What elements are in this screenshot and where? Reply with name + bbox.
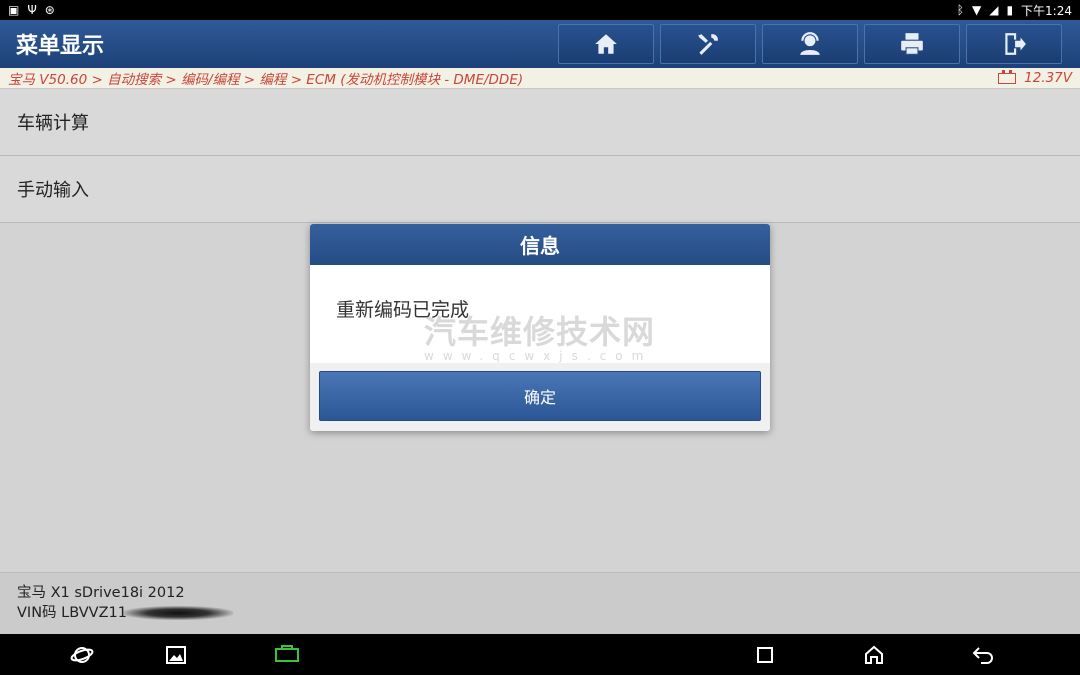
- vci-icon: [275, 645, 299, 662]
- back-button[interactable]: [970, 642, 996, 668]
- support-button[interactable]: [762, 24, 858, 64]
- status-right: ᛒ ▼ ◢ ▮ 下午1:24: [957, 0, 1072, 20]
- menu-item-manual-input[interactable]: 手动输入: [0, 156, 1080, 223]
- android-nav-bar: [0, 634, 1080, 675]
- dialog-title: 信息: [310, 224, 770, 265]
- watermark: 汽车维修技术网 www.qcwxjs.com: [424, 307, 655, 363]
- vin-redaction: [122, 606, 233, 620]
- signal-icon: ◢: [989, 3, 999, 17]
- tools-icon: [698, 34, 718, 55]
- voltage-indicator: 12.37V: [998, 69, 1072, 86]
- breadcrumb: 宝马 V50.60 > 自动搜索 > 编码/编程 > 编程 > ECM (发动机…: [0, 68, 1080, 89]
- watermark-main: 汽车维修技术网: [424, 313, 656, 351]
- status-bar: ▣ Ψ ⊛ ᛒ ▼ ◢ ▮ 下午1:24: [0, 0, 1080, 20]
- home-icon: [595, 34, 617, 54]
- status-left: ▣ Ψ ⊛: [8, 0, 55, 20]
- recent-apps-button[interactable]: [752, 642, 778, 668]
- back-arrow-icon: [972, 647, 993, 664]
- square-icon: [757, 647, 773, 663]
- house-icon: [865, 645, 883, 664]
- dialog-footer: 确定: [310, 363, 770, 431]
- planet-icon: [70, 647, 94, 663]
- gallery-icon: [166, 646, 186, 664]
- ok-button[interactable]: 确定: [319, 371, 761, 421]
- home-button[interactable]: [558, 24, 654, 64]
- menu-item-label: 手动输入: [17, 180, 89, 201]
- wifi-icon: ▼: [971, 3, 982, 17]
- page-title: 菜单显示: [16, 34, 105, 59]
- browser-button[interactable]: [69, 642, 95, 668]
- print-button[interactable]: [864, 24, 960, 64]
- toolbar: [558, 24, 1062, 64]
- app-header: 菜单显示: [0, 20, 1080, 68]
- usb-icon: Ψ: [27, 3, 37, 17]
- tools-button[interactable]: [660, 24, 756, 64]
- vehicle-vin-row: VIN码 LBVVZ11: [17, 603, 1063, 623]
- dialog-body: 重新编码已完成 汽车维修技术网 www.qcwxjs.com: [310, 265, 770, 363]
- image-icon: ▣: [8, 3, 20, 17]
- print-icon: [901, 33, 923, 55]
- menu-item-vehicle-calculation[interactable]: 车辆计算: [0, 89, 1080, 156]
- status-time: 下午1:24: [1021, 3, 1072, 18]
- vci-button[interactable]: [272, 642, 302, 668]
- exit-button[interactable]: [966, 24, 1062, 64]
- support-icon: [800, 32, 820, 55]
- menu-list: 车辆计算 手动输入: [0, 89, 1080, 223]
- gallery-button[interactable]: [163, 642, 189, 668]
- exit-icon: [1005, 33, 1026, 55]
- voltage-value: 12.37V: [1024, 70, 1072, 86]
- menu-item-label: 车辆计算: [17, 113, 89, 134]
- breadcrumb-path: 宝马 V50.60 > 自动搜索 > 编码/编程 > 编程 > ECM (发动机…: [8, 72, 524, 88]
- vehicle-vin: VIN码 LBVVZ11: [17, 605, 127, 621]
- car-battery-icon: [998, 69, 1017, 84]
- vehicle-model: 宝马 X1 sDrive18i 2012: [17, 585, 185, 601]
- watermark-sub: www.qcwxjs.com: [424, 349, 653, 363]
- info-dialog: 信息 重新编码已完成 汽车维修技术网 www.qcwxjs.com 确定: [310, 224, 770, 431]
- battery-icon: ▮: [1006, 3, 1014, 17]
- vehicle-info: 宝马 X1 sDrive18i 2012 VIN码 LBVVZ11: [0, 572, 1080, 634]
- bluetooth-icon: ᛒ: [956, 3, 964, 17]
- settings-icon: ⊛: [44, 3, 55, 17]
- nav-home-button[interactable]: [861, 642, 887, 668]
